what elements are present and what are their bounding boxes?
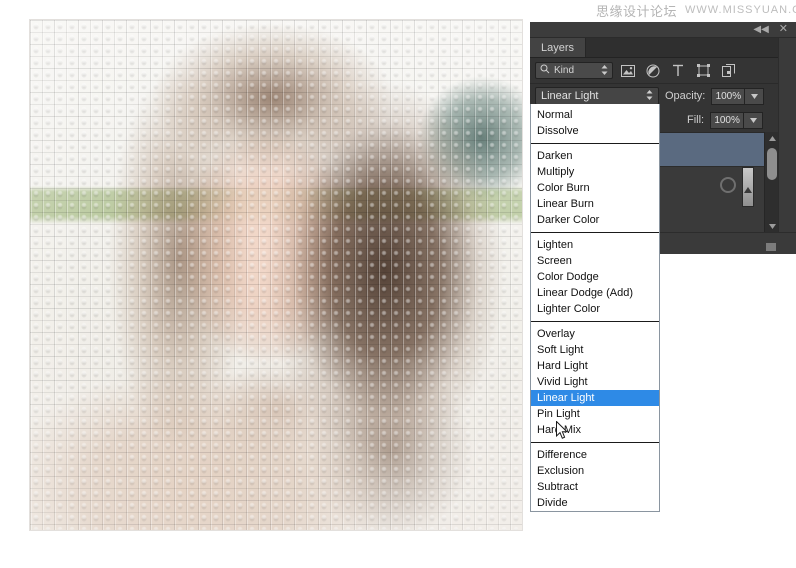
watermark-en-text: WWW.MISSYUAN.COM: [685, 4, 796, 16]
search-icon: [540, 64, 550, 77]
dropdown-item-hard-mix[interactable]: Hard Mix: [531, 422, 659, 438]
dropdown-item-vivid-light[interactable]: Vivid Light: [531, 374, 659, 390]
adjustment-layer-filter-icon[interactable]: [643, 62, 663, 80]
opacity-dropdown-arrow[interactable]: [745, 88, 764, 105]
dropdown-item-linear-burn[interactable]: Linear Burn: [531, 196, 659, 212]
collapse-panel-icon[interactable]: ◀◀: [753, 25, 768, 35]
dropdown-item-color-burn[interactable]: Color Burn: [531, 180, 659, 196]
dropdown-item-subtract[interactable]: Subtract: [531, 479, 659, 495]
photoshop-screenshot: 思缘设计论坛 WWW.MISSYUAN.COM ◀◀ ✕ Layers: [0, 0, 796, 568]
fill-label: Fill:: [687, 114, 704, 126]
dropdown-item-soft-light[interactable]: Soft Light: [531, 342, 659, 358]
dropdown-item-pin-light[interactable]: Pin Light: [531, 406, 659, 422]
dropdown-item-hard-light[interactable]: Hard Light: [531, 358, 659, 374]
filter-kind-label: Kind: [554, 65, 597, 76]
watermark-cn-text: 思缘设计论坛: [596, 1, 677, 20]
scroll-down-icon[interactable]: [765, 220, 779, 232]
dropdown-item-darker-color[interactable]: Darker Color: [531, 212, 659, 228]
document-canvas[interactable]: [30, 20, 522, 530]
dropdown-separator: [531, 442, 659, 443]
shape-layer-filter-icon[interactable]: [693, 62, 713, 80]
filter-kind-select[interactable]: Kind: [535, 62, 613, 79]
tab-row-filler: [586, 38, 772, 57]
dropdown-item-exclusion[interactable]: Exclusion: [531, 463, 659, 479]
mosaic-vignette: [30, 20, 522, 530]
blend-mode-dropdown[interactable]: NormalDissolveDarkenMultiplyColor BurnLi…: [530, 104, 660, 512]
layer-list-scrollbar[interactable]: [764, 132, 778, 232]
tab-layers[interactable]: Layers: [530, 38, 586, 57]
dropdown-separator: [531, 321, 659, 322]
smart-object-filter-icon[interactable]: [718, 62, 738, 80]
layer-filter-row: Kind: [530, 58, 796, 84]
dropdown-item-multiply[interactable]: Multiply: [531, 164, 659, 180]
dropdown-item-screen[interactable]: Screen: [531, 253, 659, 269]
dropdown-separator: [531, 232, 659, 233]
panel-resize-grip[interactable]: [766, 243, 776, 251]
opacity-label: Opacity:: [665, 90, 705, 102]
dropdown-item-overlay[interactable]: Overlay: [531, 326, 659, 342]
blend-mode-select[interactable]: Linear Light: [535, 87, 659, 105]
dropdown-item-lighten[interactable]: Lighten: [531, 237, 659, 253]
dropdown-item-linear-light[interactable]: Linear Light: [531, 390, 659, 406]
dropdown-item-darken[interactable]: Darken: [531, 148, 659, 164]
dropdown-item-difference[interactable]: Difference: [531, 447, 659, 463]
panel-tab-row: Layers: [530, 38, 796, 58]
opacity-control: 100%: [711, 88, 764, 105]
blend-mode-value: Linear Light: [541, 90, 646, 102]
watermark: 思缘设计论坛 WWW.MISSYUAN.COM: [596, 1, 796, 19]
dropdown-item-dissolve[interactable]: Dissolve: [531, 123, 659, 139]
dropdown-item-color-dodge[interactable]: Color Dodge: [531, 269, 659, 285]
dropdown-separator: [531, 143, 659, 144]
fill-control: 100%: [710, 112, 763, 129]
scrollbar-thumb[interactable]: [767, 148, 777, 180]
close-panel-icon[interactable]: ✕: [779, 24, 788, 35]
dropdown-item-lighter-color[interactable]: Lighter Color: [531, 301, 659, 317]
fill-input[interactable]: 100%: [710, 112, 744, 129]
chevron-updown-icon: [601, 65, 608, 77]
scroll-up-icon[interactable]: [765, 132, 779, 144]
panel-right-strip: [778, 38, 796, 254]
fill-dropdown-arrow[interactable]: [744, 112, 763, 129]
dropdown-item-linear-dodge-add[interactable]: Linear Dodge (Add): [531, 285, 659, 301]
chevron-updown-icon: [646, 90, 653, 102]
pixel-layer-filter-icon[interactable]: [618, 62, 638, 80]
dropdown-item-normal[interactable]: Normal: [531, 107, 659, 123]
type-layer-filter-icon[interactable]: [668, 62, 688, 80]
dropdown-item-divide[interactable]: Divide: [531, 495, 659, 511]
mask-thumbnail-ghost-icon: [720, 177, 736, 193]
panel-titlebar: ◀◀ ✕: [530, 22, 796, 38]
opacity-input[interactable]: 100%: [711, 88, 745, 105]
slider-arrow-ghost-icon: [744, 187, 752, 193]
